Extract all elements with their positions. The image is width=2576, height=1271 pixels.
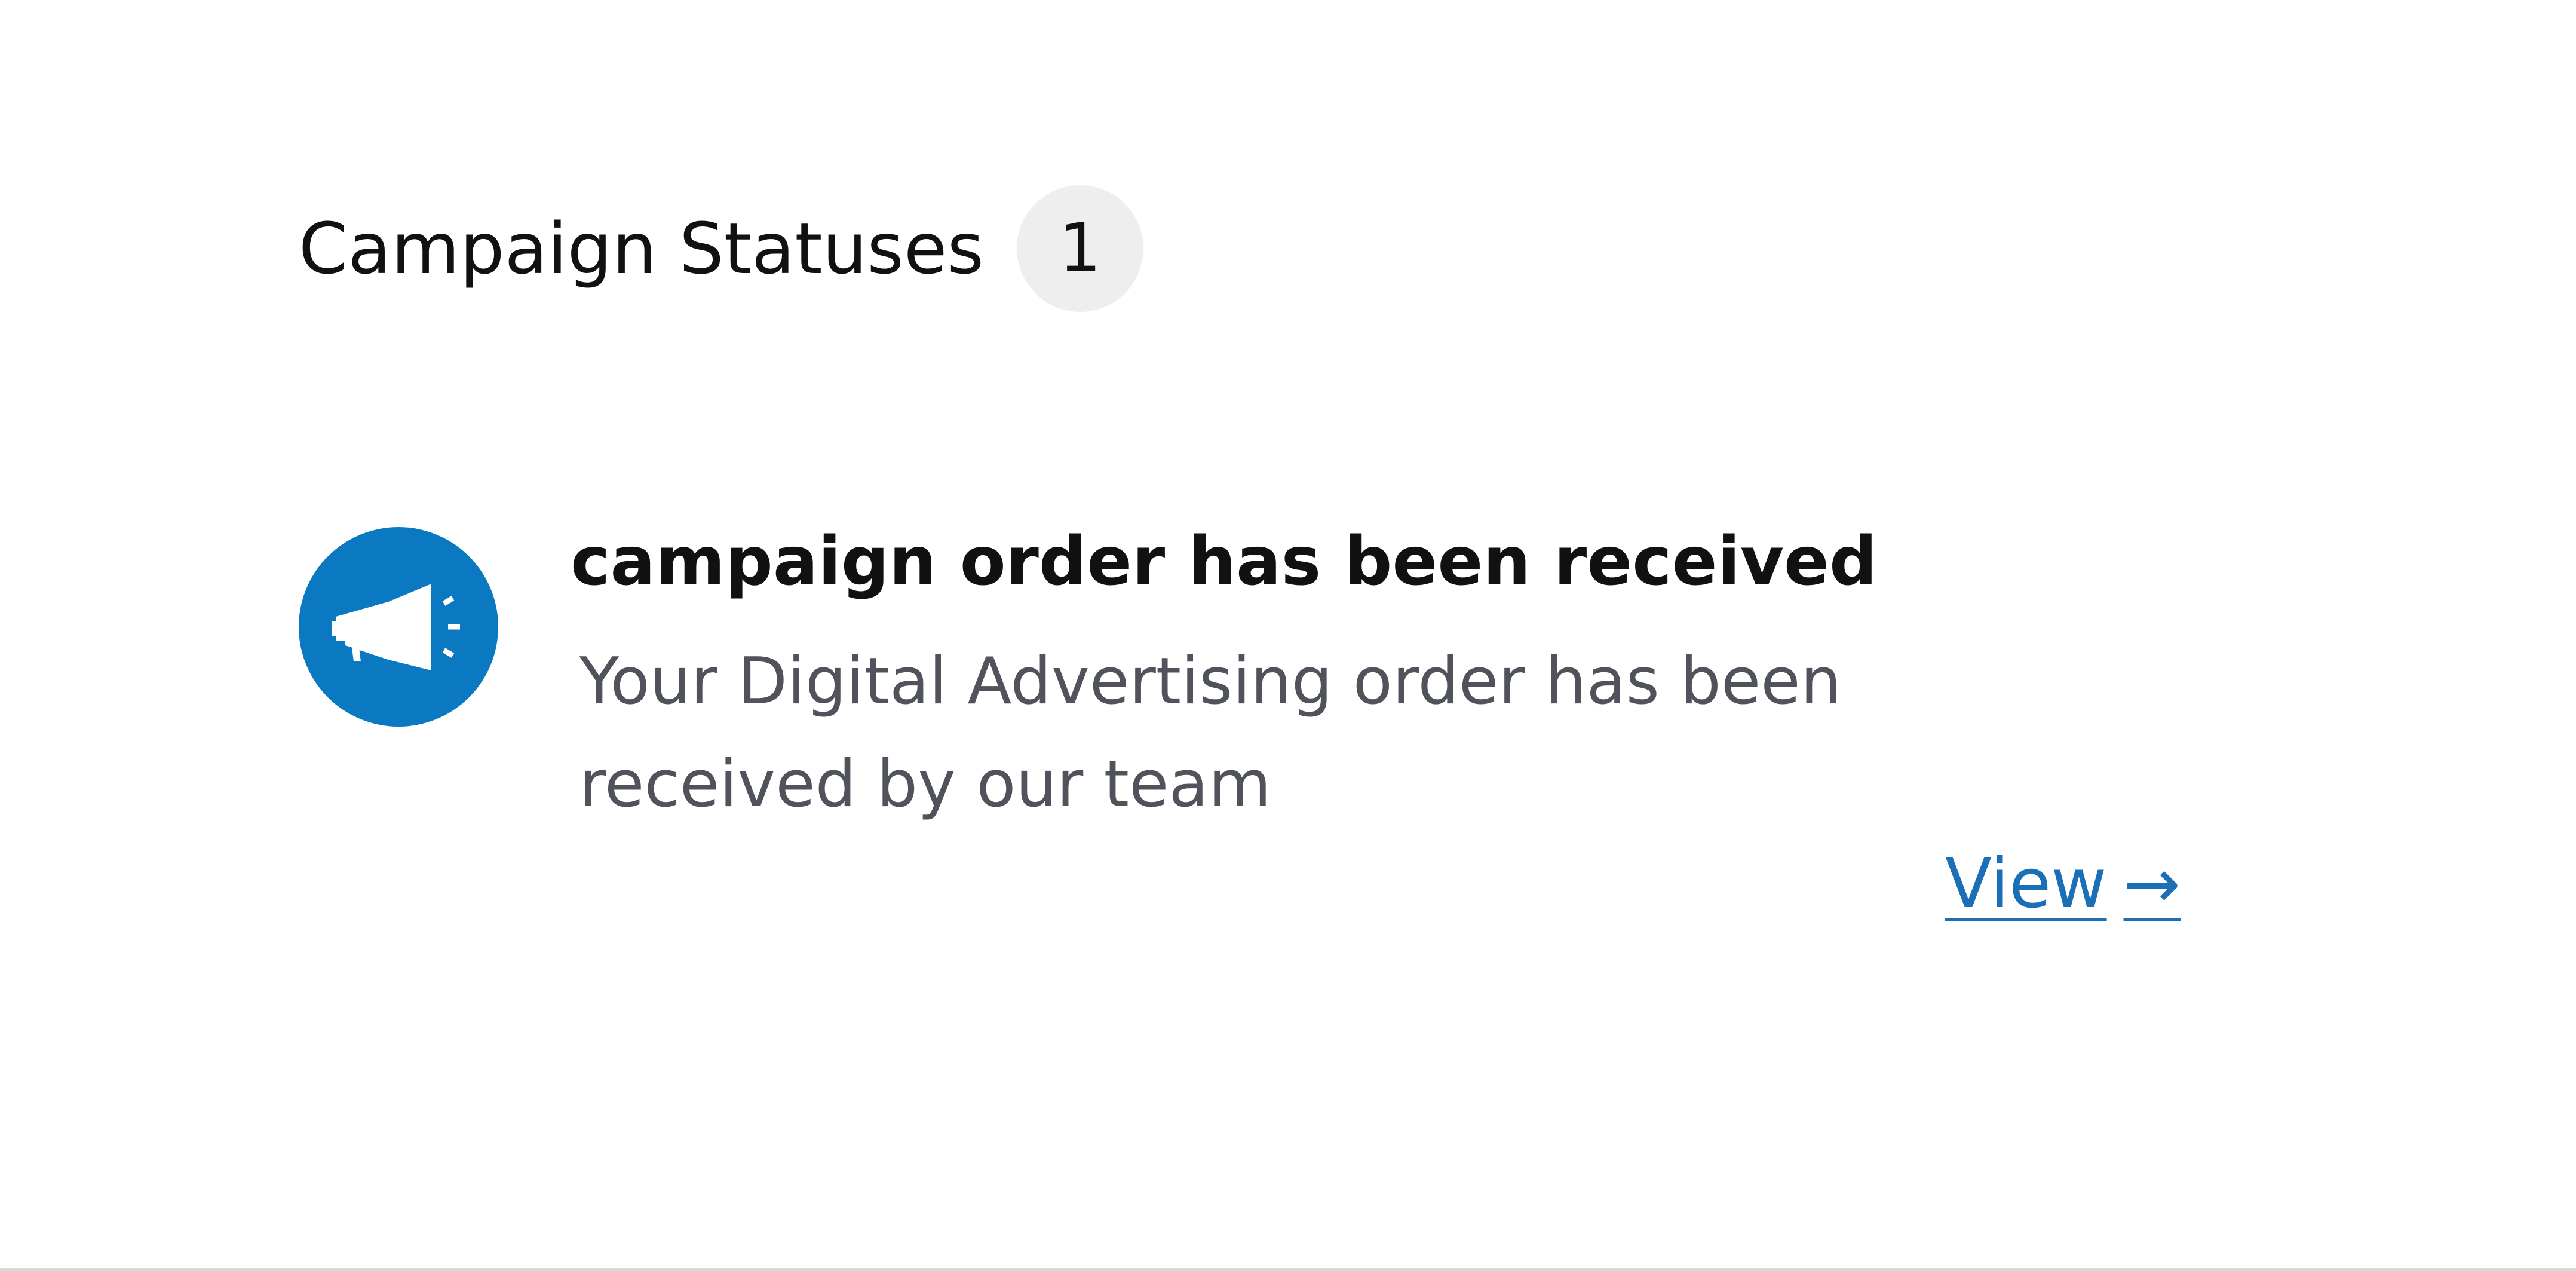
campaign-statuses-panel: Campaign Statuses 1 campaign order has b… — [0, 0, 2576, 1268]
status-item: campaign order has been received Your Di… — [299, 514, 2270, 968]
status-description: Your Digital Advertising order has been … — [579, 644, 1842, 822]
bottom-divider — [0, 1268, 2576, 1271]
view-link[interactable]: View → — [1945, 840, 2181, 928]
view-link-label: View — [1945, 844, 2107, 923]
megaphone-icon — [299, 527, 498, 727]
status-title: campaign order has been received — [571, 523, 1878, 601]
count-badge: 1 — [1016, 185, 1143, 312]
section-header: Campaign Statuses 1 — [299, 185, 1143, 312]
section-title: Campaign Statuses — [299, 207, 984, 290]
arrow-right-icon: → — [2123, 844, 2181, 923]
